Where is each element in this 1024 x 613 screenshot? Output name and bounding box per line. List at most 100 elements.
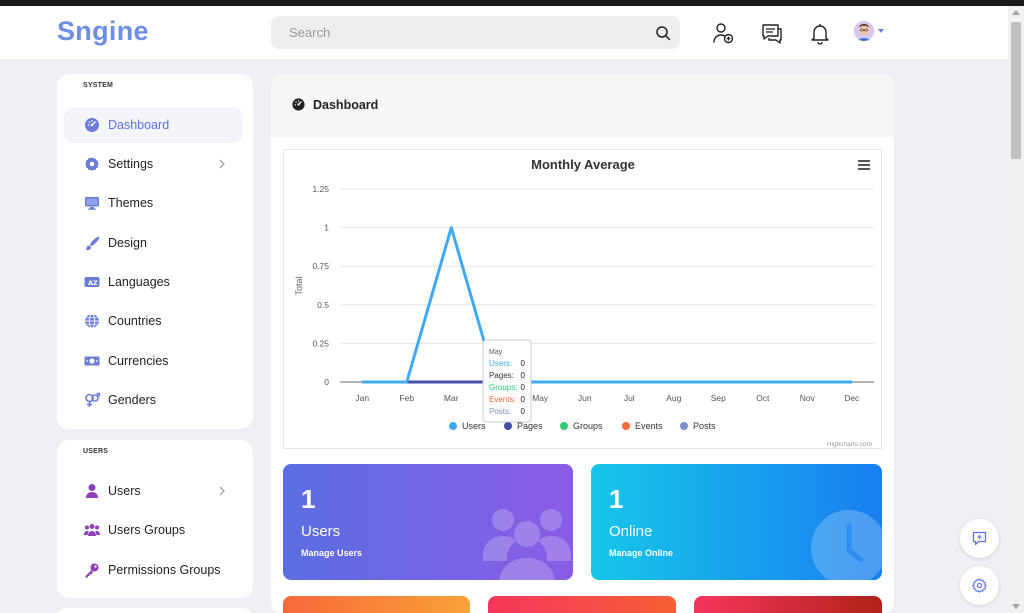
sidebar-item-design[interactable]: Design bbox=[64, 225, 243, 261]
key-icon bbox=[85, 563, 99, 578]
chart-legend-label: Users bbox=[462, 421, 486, 431]
chevron-down-icon[interactable] bbox=[878, 29, 884, 33]
sidebar-item-dashboard[interactable]: Dashboard bbox=[64, 107, 243, 143]
chart-y-tick-label: 1 bbox=[324, 223, 329, 233]
sidebar-item-languages[interactable]: A Z Languages bbox=[64, 264, 243, 300]
scrollbar-thumb[interactable] bbox=[1011, 22, 1021, 159]
gender-icon bbox=[85, 392, 100, 407]
avatar[interactable] bbox=[854, 21, 874, 41]
stat-card-users[interactable]: 1 Users Manage Users bbox=[283, 464, 573, 580]
chart-x-tick-label: Feb bbox=[399, 393, 414, 403]
new-message-button[interactable] bbox=[960, 519, 999, 558]
chart-credits[interactable]: Highcharts.com bbox=[827, 441, 872, 448]
chart-legend-marker bbox=[449, 422, 457, 430]
gear-icon bbox=[972, 578, 987, 593]
users-group-icon bbox=[483, 509, 571, 580]
logo[interactable]: Sngine bbox=[57, 16, 149, 47]
notifications-icon[interactable] bbox=[808, 21, 832, 45]
chart-legend-item-posts[interactable]: Posts bbox=[680, 421, 716, 431]
stat-card-online[interactable]: 1 Online Manage Online bbox=[591, 464, 882, 580]
sidebar-item-currencies[interactable]: Currencies bbox=[64, 343, 243, 379]
panel-header: Dashboard bbox=[271, 74, 894, 137]
sidebar-item-label: Genders bbox=[108, 393, 156, 407]
sidebar-item-label: Users Groups bbox=[108, 523, 186, 537]
chart-legend-label: Posts bbox=[693, 421, 716, 431]
sidebar-item-label: Countries bbox=[108, 314, 162, 328]
chart-legend-label: Events bbox=[635, 421, 663, 431]
chart-y-tick-label: 0.75 bbox=[312, 261, 329, 271]
chart-tooltip-month: May bbox=[489, 349, 503, 356]
chart-x-tick-label: Nov bbox=[800, 393, 816, 403]
sidebar-item-label: Users bbox=[108, 484, 141, 498]
monitor-icon bbox=[85, 197, 99, 210]
chart-x-tick-label: Mar bbox=[444, 393, 459, 403]
search-bar bbox=[271, 16, 680, 49]
chart-legend-marker bbox=[560, 422, 568, 430]
sidebar-item-label: Settings bbox=[108, 157, 154, 171]
chevron-right-icon bbox=[219, 159, 225, 169]
monthly-average-chart: 00.250.50.7511.25 JanFebMarAprMayJunJulA… bbox=[283, 149, 882, 449]
sidebar-item-label: Dashboard bbox=[108, 118, 170, 132]
chart-tooltip-value: 0 bbox=[521, 371, 526, 380]
chart-legend-label: Groups bbox=[573, 421, 603, 431]
chart-x-tick-label: Jul bbox=[624, 393, 635, 403]
section-title: SYSTEM bbox=[83, 82, 113, 89]
search-input[interactable] bbox=[289, 16, 649, 49]
sidebar-item-permissions-groups[interactable]: Permissions Groups bbox=[64, 552, 243, 588]
sidebar-item-label: Languages bbox=[108, 275, 170, 289]
stat-card[interactable] bbox=[488, 596, 676, 613]
sidebar-item-settings[interactable]: Settings bbox=[64, 146, 243, 182]
stat-card[interactable] bbox=[694, 596, 882, 613]
scroll-down-icon[interactable] bbox=[1012, 604, 1020, 609]
chart-menu-icon[interactable] bbox=[858, 160, 870, 170]
gear-icon bbox=[85, 157, 99, 171]
chart-x-tick-label: Aug bbox=[666, 393, 681, 403]
sidebar-item-themes[interactable]: Themes bbox=[64, 185, 243, 221]
chat-add-icon bbox=[972, 531, 987, 546]
language-icon: A Z bbox=[84, 277, 100, 287]
chart-tooltip-label: Pages: bbox=[489, 371, 514, 380]
stat-value: 1 bbox=[301, 484, 316, 514]
stat-subtitle[interactable]: Manage Online bbox=[609, 548, 673, 558]
add-friend-icon[interactable] bbox=[711, 21, 735, 45]
settings-button[interactable] bbox=[960, 566, 999, 605]
chart-tooltip-value: 0 bbox=[521, 407, 526, 416]
users-group-icon bbox=[84, 524, 100, 536]
sidebar-item-label: Permissions Groups bbox=[108, 563, 221, 577]
stat-title: Online bbox=[609, 523, 653, 540]
sidebar-item-label: Currencies bbox=[108, 354, 169, 368]
chart-y-axis-label: Total bbox=[294, 276, 304, 295]
main-panel: Dashboard 00.250.50.7511.25 JanFebMarApr… bbox=[271, 74, 894, 613]
sidebar-users-section: USERS Users Users Groups Permissions Gro… bbox=[57, 440, 253, 598]
chart-x-tick-label: May bbox=[532, 393, 549, 403]
sidebar-item-label: Design bbox=[108, 236, 147, 250]
chart-x-tick-label: Jan bbox=[355, 393, 369, 403]
page-scrollbar[interactable] bbox=[1008, 6, 1024, 613]
money-icon bbox=[84, 356, 100, 366]
sidebar-item-genders[interactable]: Genders bbox=[64, 382, 243, 418]
chart-legend-item-events[interactable]: Events bbox=[622, 421, 663, 431]
scroll-up-icon[interactable] bbox=[1012, 10, 1020, 15]
sidebar-item-users[interactable]: Users bbox=[64, 473, 243, 509]
chart-legend-item-users[interactable]: Users bbox=[449, 421, 486, 431]
chart-tooltip-label: Users: bbox=[489, 359, 512, 368]
chart-x-tick-label: Sep bbox=[711, 393, 726, 403]
section-title: USERS bbox=[83, 448, 109, 455]
sidebar-item-users-groups[interactable]: Users Groups bbox=[64, 512, 243, 548]
user-icon bbox=[86, 484, 98, 498]
chart-tooltip-value: 0 bbox=[521, 359, 526, 368]
messages-icon[interactable] bbox=[760, 21, 784, 45]
page-title: Dashboard bbox=[313, 98, 379, 112]
sidebar-next-section bbox=[57, 608, 253, 613]
chart-legend-marker bbox=[680, 422, 688, 430]
dashboard-icon bbox=[85, 118, 99, 132]
dashboard-icon bbox=[292, 98, 305, 111]
chart-y-tick-label: 0 bbox=[324, 377, 329, 387]
chart-tooltip-label: Posts: bbox=[489, 407, 511, 416]
chart-tooltip-label: Groups: bbox=[489, 383, 517, 392]
search-icon[interactable] bbox=[655, 25, 671, 41]
chart-legend-item-groups[interactable]: Groups bbox=[560, 421, 603, 431]
stat-card[interactable] bbox=[283, 596, 470, 613]
sidebar-item-countries[interactable]: Countries bbox=[64, 303, 243, 339]
stat-subtitle[interactable]: Manage Users bbox=[301, 548, 362, 558]
